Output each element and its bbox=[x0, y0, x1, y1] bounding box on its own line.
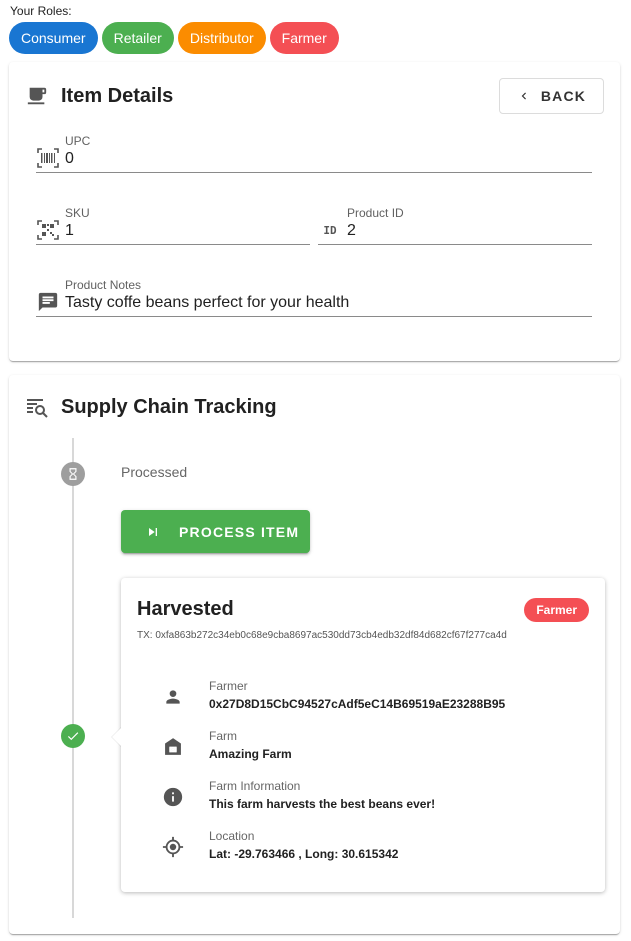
product-id-field[interactable]: ID Product ID 2 bbox=[318, 204, 592, 246]
skip-next-icon bbox=[145, 524, 161, 540]
product-id-label: Product ID bbox=[347, 206, 404, 220]
event-row-label: Farm bbox=[209, 729, 237, 743]
upc-label: UPC bbox=[65, 134, 91, 148]
back-button[interactable]: BACK bbox=[499, 78, 604, 114]
item-details-title: Item Details bbox=[61, 85, 174, 107]
info-icon bbox=[161, 785, 185, 809]
product-notes-field[interactable]: Product Notes Tasty coffe beans perfect … bbox=[36, 276, 592, 318]
event-row-farm: Farm Amazing Farm bbox=[121, 725, 605, 771]
timeline-line bbox=[72, 438, 74, 918]
event-transaction-hash: TX: 0xfa863b272c34eb0c68e9cba8697ac530dd… bbox=[137, 630, 507, 641]
hourglass-icon bbox=[66, 467, 80, 481]
tracking-search-icon bbox=[25, 395, 49, 419]
sku-label: SKU bbox=[65, 206, 90, 220]
harvested-event-card: Harvested Farmer TX: 0xfa863b272c34eb0c6… bbox=[121, 578, 605, 892]
upc-field[interactable]: UPC 0 bbox=[36, 132, 592, 174]
tracking-title: Supply Chain Tracking bbox=[61, 396, 277, 418]
completed-step-dot bbox=[61, 724, 85, 748]
id-badge-icon: ID bbox=[323, 223, 337, 237]
role-chip-farmer[interactable]: Farmer bbox=[269, 22, 339, 54]
event-row-label: Location bbox=[209, 829, 255, 843]
back-button-label: BACK bbox=[540, 88, 587, 104]
upc-value: 0 bbox=[65, 150, 74, 167]
product-id-value: 2 bbox=[347, 222, 356, 239]
event-row-value: 0x27D8D15CbC94527cAdf5eC14B69519aE23288B… bbox=[209, 697, 506, 711]
process-item-button[interactable]: PROCESS ITEM bbox=[121, 510, 310, 553]
roles-label: Your Roles: bbox=[10, 4, 72, 18]
gps-icon bbox=[161, 835, 185, 859]
event-row-value: This farm harvests the best beans ever! bbox=[209, 797, 436, 811]
check-icon bbox=[66, 729, 80, 743]
event-row-value: Lat: -29.763466 , Long: 30.615342 bbox=[209, 847, 399, 861]
event-row-farmer: Farmer 0x27D8D15CbC94527cAdf5eC14B69519a… bbox=[121, 675, 605, 721]
sku-field[interactable]: SKU 1 bbox=[36, 204, 310, 246]
event-row-label: Farmer bbox=[209, 679, 248, 693]
notes-icon bbox=[36, 290, 60, 314]
barcode-icon bbox=[36, 146, 60, 170]
process-item-button-label: PROCESS ITEM bbox=[179, 523, 300, 540]
qr-code-icon bbox=[36, 218, 60, 242]
product-notes-underline bbox=[36, 316, 592, 317]
barn-icon bbox=[161, 735, 185, 759]
sku-value: 1 bbox=[65, 222, 74, 239]
role-chip-consumer[interactable]: Consumer bbox=[9, 22, 98, 54]
product-notes-label: Product Notes bbox=[65, 278, 142, 292]
role-chip-distributor[interactable]: Distributor bbox=[177, 22, 266, 54]
event-role-badge: Farmer bbox=[524, 598, 589, 622]
product-notes-value: Tasty coffe beans perfect for your healt… bbox=[65, 294, 350, 311]
event-row-label: Farm Information bbox=[209, 779, 301, 793]
sku-underline bbox=[36, 244, 310, 245]
pending-step-dot bbox=[61, 462, 85, 486]
event-row-value: Amazing Farm bbox=[209, 747, 292, 761]
event-title: Harvested bbox=[137, 598, 234, 620]
role-chip-retailer[interactable]: Retailer bbox=[101, 22, 174, 54]
event-row-farm-information: Farm Information This farm harvests the … bbox=[121, 775, 605, 821]
supply-chain-tracking-card: Supply Chain Tracking Processed PROCESS … bbox=[9, 375, 620, 934]
pending-step-label: Processed bbox=[121, 464, 188, 480]
roles-chip-group: Consumer Retailer Distributor Farmer bbox=[9, 22, 339, 54]
coffee-cup-icon bbox=[25, 84, 49, 108]
event-row-location: Location Lat: -29.763466 , Long: 30.6153… bbox=[121, 825, 605, 871]
chevron-left-icon bbox=[517, 89, 531, 103]
upc-underline bbox=[36, 172, 592, 173]
item-details-card: Item Details BACK UPC 0 SKU 1 ID Product… bbox=[9, 62, 620, 361]
product-id-underline bbox=[318, 244, 592, 245]
person-icon bbox=[161, 685, 185, 709]
event-card-pointer bbox=[112, 727, 122, 747]
